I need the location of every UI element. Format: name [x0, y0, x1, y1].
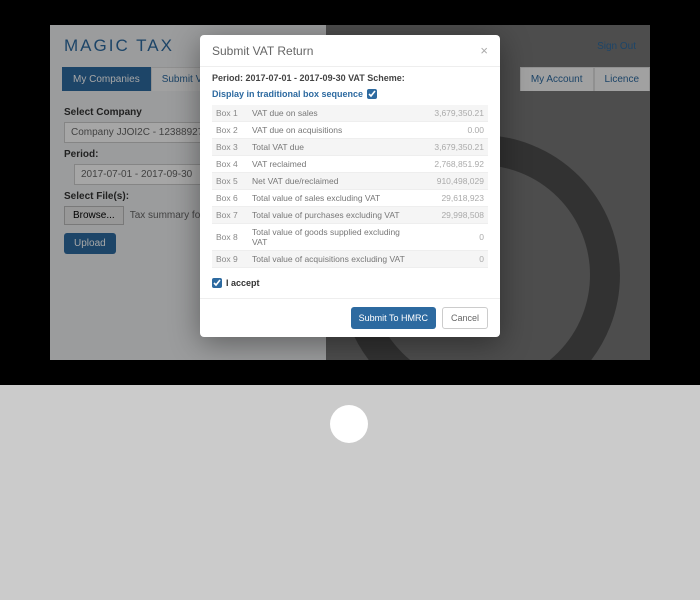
box-value: 0: [418, 251, 488, 268]
box-label: VAT reclaimed: [248, 156, 418, 173]
pagination-dot: [330, 405, 368, 443]
box-number: Box 5: [212, 173, 248, 190]
box-value: 29,998,508: [418, 207, 488, 224]
submit-button[interactable]: Submit To HMRC: [351, 307, 436, 329]
box-label: Total VAT due: [248, 139, 418, 156]
box-value: 3,679,350.21: [418, 105, 488, 122]
accept-checkbox[interactable]: [212, 278, 222, 288]
modal-submit-vat: Submit VAT Return × Period: 2017-07-01 -…: [200, 35, 500, 337]
box-number: Box 8: [212, 224, 248, 251]
table-row: Box 6Total value of sales excluding VAT2…: [212, 190, 488, 207]
box-value: 3,679,350.21: [418, 139, 488, 156]
box-label: VAT due on sales: [248, 105, 418, 122]
table-row: Box 4VAT reclaimed2,768,851.92: [212, 156, 488, 173]
box-label: Total value of purchases excluding VAT: [248, 207, 418, 224]
vat-boxes-table: Box 1VAT due on sales3,679,350.21Box 2VA…: [212, 105, 488, 268]
box-number: Box 2: [212, 122, 248, 139]
modal-title: Submit VAT Return: [212, 44, 313, 58]
box-number: Box 3: [212, 139, 248, 156]
table-row: Box 3Total VAT due3,679,350.21: [212, 139, 488, 156]
box-number: Box 4: [212, 156, 248, 173]
cancel-button[interactable]: Cancel: [442, 307, 488, 329]
box-number: Box 9: [212, 251, 248, 268]
sequence-checkbox[interactable]: [367, 89, 377, 99]
box-number: Box 6: [212, 190, 248, 207]
table-row: Box 2VAT due on acquisitions0.00: [212, 122, 488, 139]
box-label: Total value of goods supplied excluding …: [248, 224, 418, 251]
box-value: 910,498,029: [418, 173, 488, 190]
close-icon[interactable]: ×: [480, 43, 488, 58]
box-value: 0.00: [418, 122, 488, 139]
accept-label: I accept: [226, 278, 260, 288]
box-number: Box 7: [212, 207, 248, 224]
table-row: Box 8Total value of goods supplied exclu…: [212, 224, 488, 251]
modal-period-line: Period: 2017-07-01 - 2017-09-30 VAT Sche…: [212, 73, 488, 83]
box-label: VAT due on acquisitions: [248, 122, 418, 139]
table-row: Box 5Net VAT due/reclaimed910,498,029: [212, 173, 488, 190]
sequence-label: Display in traditional box sequence: [212, 89, 363, 99]
box-label: Total value of acquisitions excluding VA…: [248, 251, 418, 268]
box-value: 2,768,851.92: [418, 156, 488, 173]
table-row: Box 1VAT due on sales3,679,350.21: [212, 105, 488, 122]
box-label: Total value of sales excluding VAT: [248, 190, 418, 207]
table-row: Box 7Total value of purchases excluding …: [212, 207, 488, 224]
box-value: 0: [418, 224, 488, 251]
box-number: Box 1: [212, 105, 248, 122]
box-label: Net VAT due/reclaimed: [248, 173, 418, 190]
table-row: Box 9Total value of acquisitions excludi…: [212, 251, 488, 268]
box-value: 29,618,923: [418, 190, 488, 207]
